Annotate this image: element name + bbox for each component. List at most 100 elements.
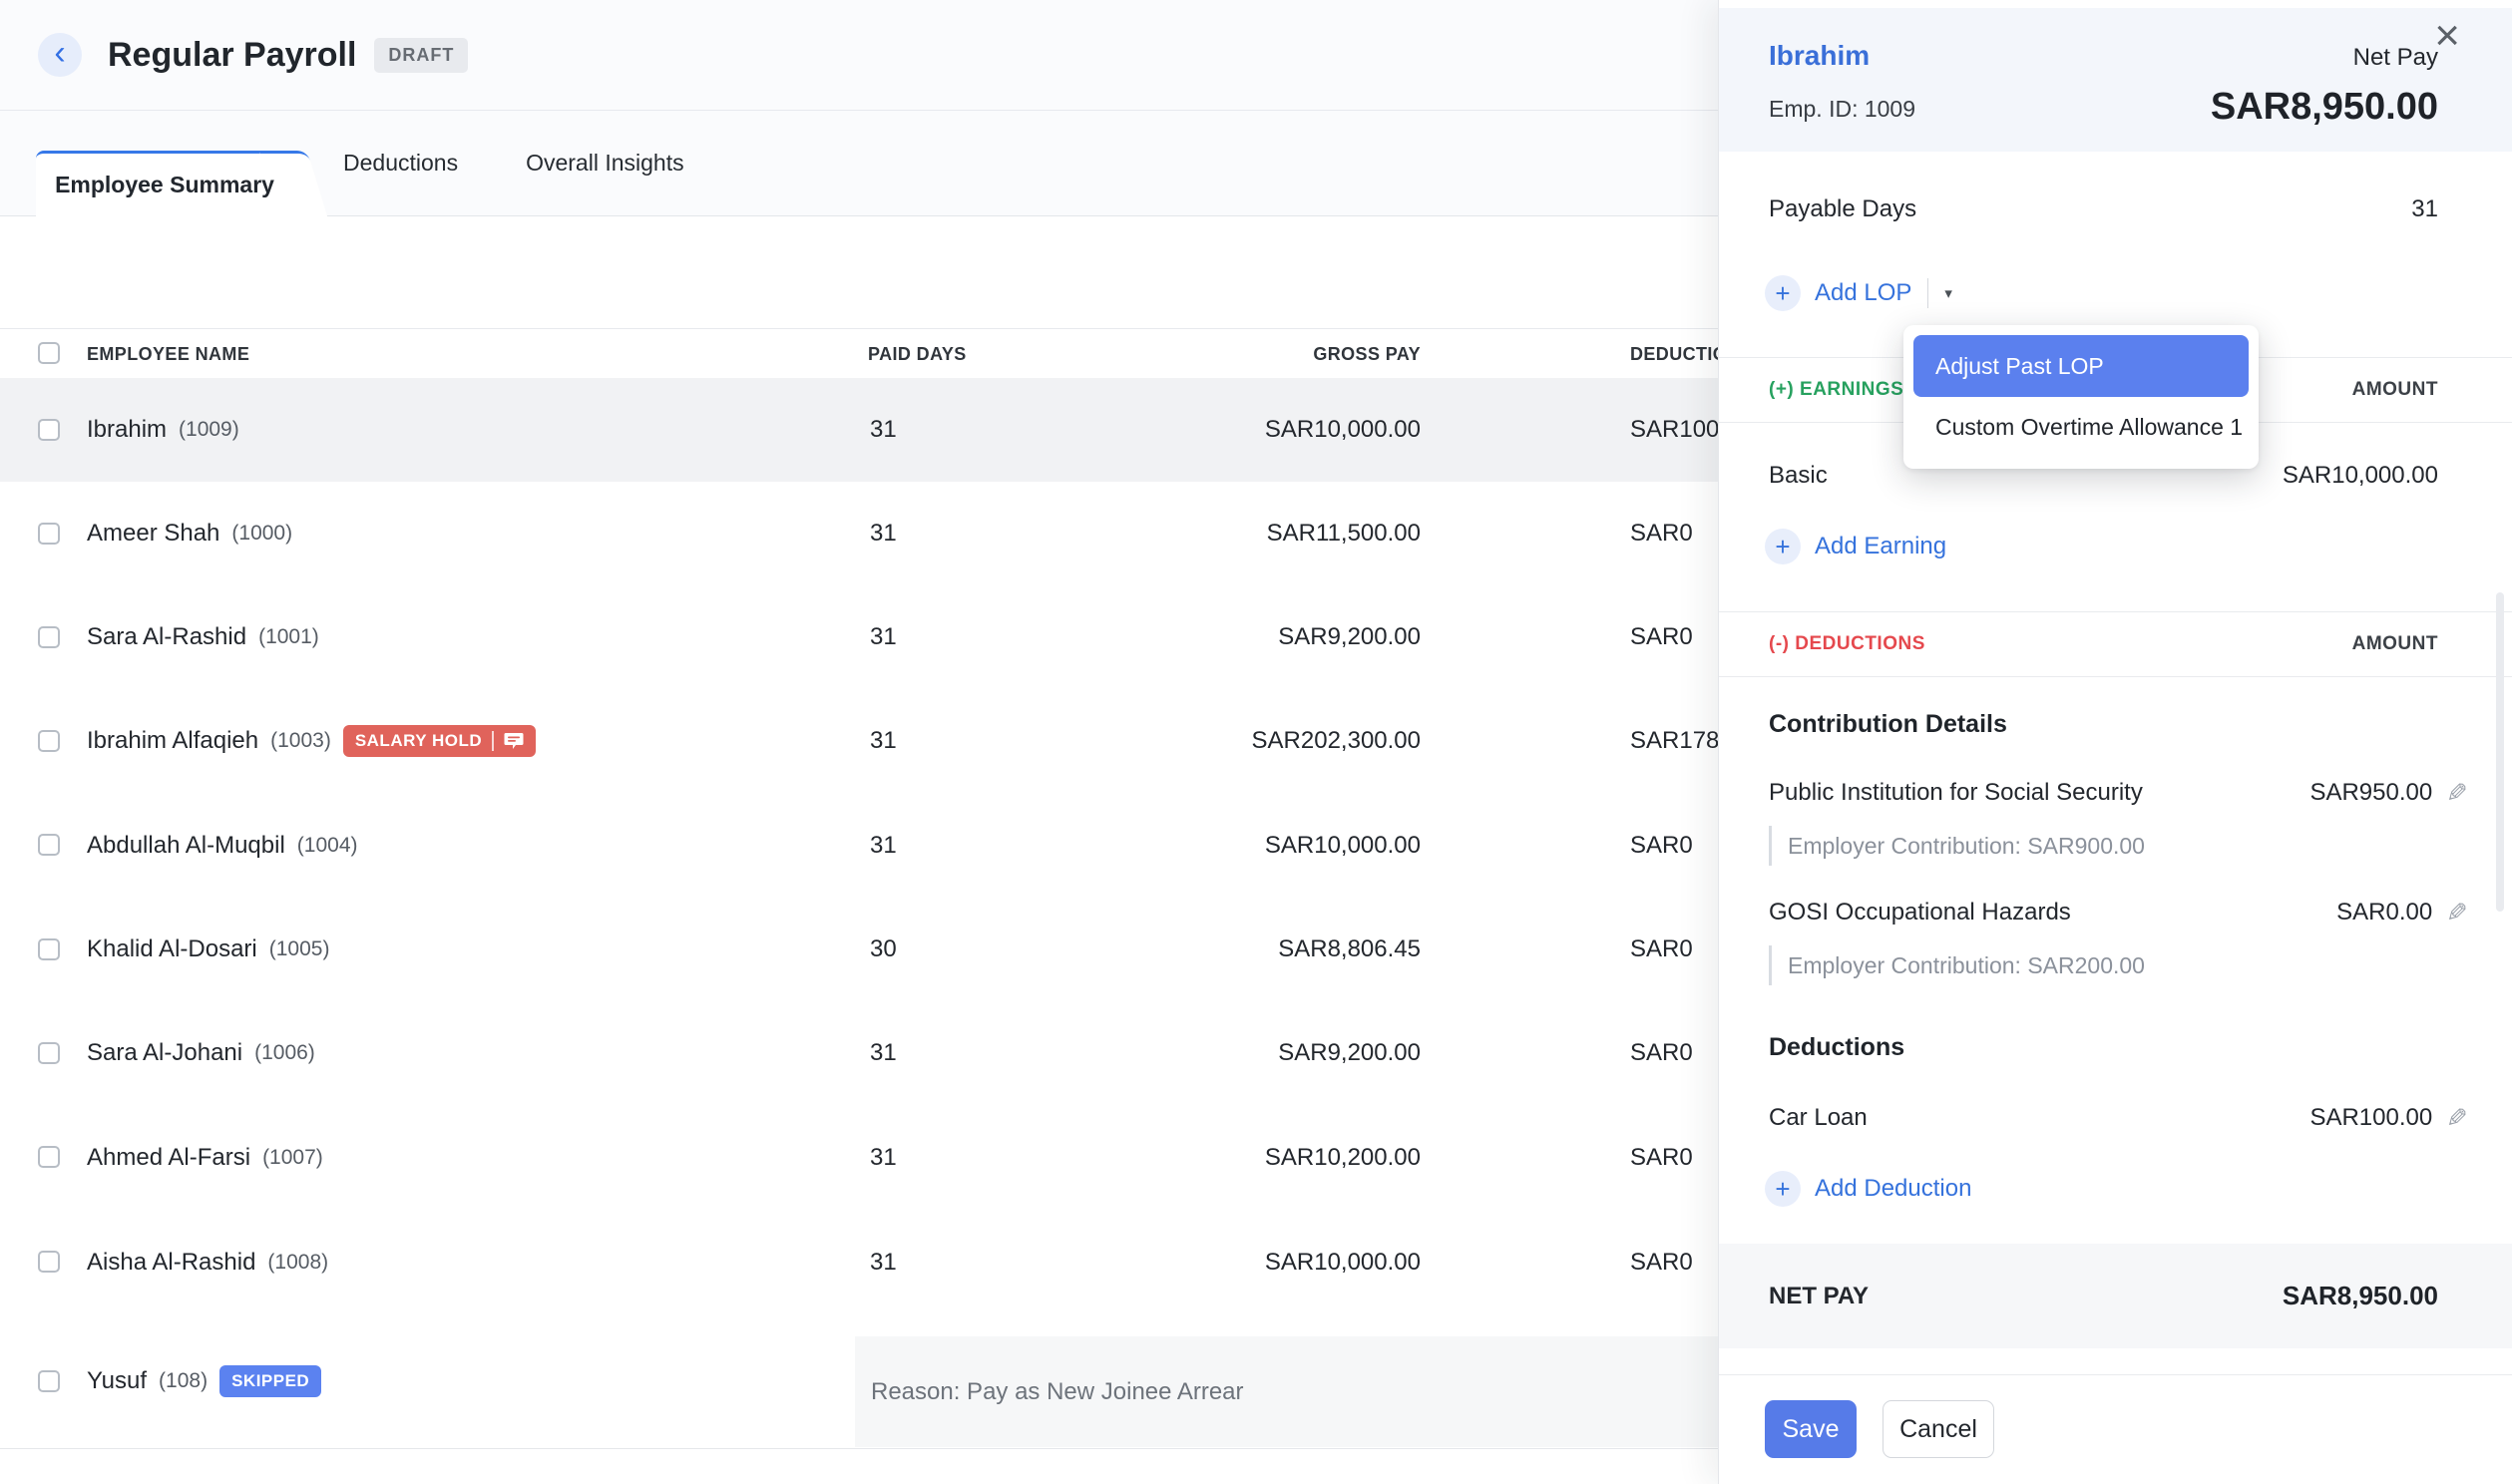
row-checkbox[interactable] bbox=[38, 419, 60, 441]
gross-pay-cell: SAR10,200.00 bbox=[1147, 1105, 1421, 1210]
col-gross-pay: GROSS PAY bbox=[1147, 329, 1421, 379]
deductions-header-band: (-) DEDUCTIONS AMOUNT bbox=[1719, 611, 2512, 677]
divider bbox=[1927, 278, 1928, 308]
save-button[interactable]: Save bbox=[1765, 1400, 1857, 1458]
add-lop-control: + Add LOP ▾ bbox=[1765, 275, 1952, 311]
gross-pay-cell: SAR9,200.00 bbox=[1147, 585, 1421, 689]
tab-deductions[interactable]: Deductions bbox=[343, 150, 458, 177]
deduction-amount-row: SAR100.00 ✎ bbox=[2309, 1104, 2468, 1132]
tab-employee-summary[interactable]: Employee Summary bbox=[36, 151, 293, 216]
gross-pay-cell: SAR9,200.00 bbox=[1147, 1001, 1421, 1105]
net-pay-label: Net Pay bbox=[2353, 44, 2438, 72]
footer-divider bbox=[1719, 1374, 2512, 1375]
paid-days-cell: 31 bbox=[870, 585, 897, 689]
panel-employee-name[interactable]: Ibrahim bbox=[1769, 40, 1870, 72]
contribution-amount-row: SAR950.00 ✎ bbox=[2309, 779, 2468, 807]
paid-days-cell: 31 bbox=[870, 482, 897, 585]
row-checkbox[interactable] bbox=[38, 1042, 60, 1064]
employee-id: (108) bbox=[159, 1369, 208, 1393]
panel-header bbox=[1719, 8, 2512, 152]
contribution-amount-row: SAR0.00 ✎ bbox=[2336, 899, 2468, 927]
employee-name[interactable]: Yusuf bbox=[87, 1367, 147, 1395]
net-pay-row-value: SAR8,950.00 bbox=[2283, 1281, 2438, 1311]
status-badge: DRAFT bbox=[374, 38, 468, 73]
employee-name[interactable]: Abdullah Al-Muqbil bbox=[87, 832, 285, 860]
menu-item-custom-overtime-allowance[interactable]: Custom Overtime Allowance 1 bbox=[1903, 397, 2259, 457]
back-button[interactable]: ‹ bbox=[38, 33, 82, 77]
deduction-amount: SAR100.00 bbox=[2309, 1104, 2432, 1132]
net-pay-summary-band: NET PAY SAR8,950.00 bbox=[1719, 1244, 2512, 1348]
edit-icon[interactable]: ✎ bbox=[2446, 1105, 2468, 1131]
contribution-label: GOSI Occupational Hazards bbox=[1769, 899, 2071, 927]
row-checkbox[interactable] bbox=[38, 1251, 60, 1273]
employee-id: (1008) bbox=[267, 1251, 328, 1275]
row-checkbox[interactable] bbox=[38, 730, 60, 752]
amount-header: AMOUNT bbox=[2352, 633, 2438, 655]
employee-name[interactable]: Aisha Al-Rashid bbox=[87, 1249, 255, 1277]
row-checkbox[interactable] bbox=[38, 938, 60, 960]
employee-id: (1000) bbox=[231, 522, 292, 546]
employee-id: (1006) bbox=[254, 1041, 315, 1065]
comment-icon bbox=[504, 732, 524, 750]
select-all-checkbox[interactable] bbox=[38, 342, 60, 364]
employee-name[interactable]: Sara Al-Rashid bbox=[87, 623, 246, 651]
skip-reason-text: Reason: Pay as New Joinee Arrear bbox=[871, 1378, 1244, 1406]
paid-days-cell: 31 bbox=[870, 1001, 897, 1105]
page-title: Regular Payroll bbox=[108, 36, 356, 75]
gross-pay-cell: SAR10,000.00 bbox=[1147, 378, 1421, 482]
earning-label: Basic bbox=[1769, 462, 1828, 490]
paid-days-cell: 31 bbox=[870, 1210, 897, 1314]
caret-down-icon[interactable]: ▾ bbox=[1944, 284, 1952, 302]
contribution-label: Public Institution for Social Security bbox=[1769, 779, 2143, 807]
deduction-label: Car Loan bbox=[1769, 1104, 1868, 1132]
inactive-tabs: Deductions Overall Insights bbox=[343, 111, 684, 215]
employee-id: (1004) bbox=[297, 834, 358, 858]
salary-hold-badge[interactable]: SALARY HOLD bbox=[343, 725, 536, 757]
panel-emp-id: Emp. ID: 1009 bbox=[1769, 96, 1915, 123]
paid-days-cell: 31 bbox=[870, 1105, 897, 1210]
employee-name[interactable]: Ahmed Al-Farsi bbox=[87, 1144, 250, 1172]
gross-pay-cell: SAR11,500.00 bbox=[1147, 482, 1421, 585]
employer-contribution-note: Employer Contribution: SAR200.00 bbox=[1769, 945, 2145, 985]
cancel-button[interactable]: Cancel bbox=[1883, 1400, 1994, 1458]
row-checkbox[interactable] bbox=[38, 626, 60, 648]
plus-icon: + bbox=[1765, 529, 1801, 564]
employee-name[interactable]: Khalid Al-Dosari bbox=[87, 935, 257, 963]
net-pay-row-label: NET PAY bbox=[1769, 1283, 1869, 1310]
contribution-details-title: Contribution Details bbox=[1769, 710, 2007, 739]
employee-name[interactable]: Ibrahim Alfaqieh bbox=[87, 727, 258, 755]
plus-icon: + bbox=[1765, 1171, 1801, 1207]
gross-pay-cell: SAR202,300.00 bbox=[1147, 689, 1421, 793]
add-deduction-button[interactable]: Add Deduction bbox=[1815, 1175, 1971, 1203]
deductions-title: Deductions bbox=[1769, 1033, 1904, 1062]
employee-detail-panel: × Ibrahim Net Pay Emp. ID: 1009 SAR8,950… bbox=[1718, 0, 2512, 1484]
row-checkbox[interactable] bbox=[38, 1370, 60, 1392]
employee-name[interactable]: Ibrahim bbox=[87, 416, 167, 444]
paid-days-cell: 31 bbox=[870, 378, 897, 482]
menu-item-adjust-past-lop[interactable]: Adjust Past LOP bbox=[1913, 335, 2249, 397]
add-earning-button[interactable]: Add Earning bbox=[1815, 533, 1946, 560]
panel-scrollbar[interactable] bbox=[2496, 592, 2504, 912]
add-deduction-control: + Add Deduction bbox=[1765, 1171, 1971, 1207]
employee-name[interactable]: Ameer Shah bbox=[87, 520, 219, 548]
col-employee-name: EMPLOYEE NAME bbox=[87, 329, 249, 379]
earning-amount: SAR10,000.00 bbox=[2283, 462, 2438, 490]
tab-label: Employee Summary bbox=[55, 172, 274, 198]
contribution-amount: SAR950.00 bbox=[2309, 779, 2432, 807]
row-checkbox[interactable] bbox=[38, 1146, 60, 1168]
paid-days-cell: 30 bbox=[870, 898, 897, 1001]
row-checkbox[interactable] bbox=[38, 834, 60, 856]
gross-pay-cell: SAR8,806.45 bbox=[1147, 898, 1421, 1001]
plus-icon: + bbox=[1765, 275, 1801, 311]
employee-id: (1007) bbox=[262, 1146, 323, 1170]
tab-overall-insights[interactable]: Overall Insights bbox=[526, 150, 684, 177]
add-earning-control: + Add Earning bbox=[1765, 529, 1946, 564]
edit-icon[interactable]: ✎ bbox=[2446, 780, 2468, 806]
col-paid-days: PAID DAYS bbox=[868, 329, 967, 379]
employee-name[interactable]: Sara Al-Johani bbox=[87, 1039, 242, 1067]
salary-hold-label: SALARY HOLD bbox=[355, 731, 482, 751]
add-lop-button[interactable]: Add LOP bbox=[1815, 279, 1911, 307]
close-icon[interactable]: × bbox=[2434, 14, 2460, 58]
edit-icon[interactable]: ✎ bbox=[2446, 900, 2468, 926]
row-checkbox[interactable] bbox=[38, 523, 60, 545]
